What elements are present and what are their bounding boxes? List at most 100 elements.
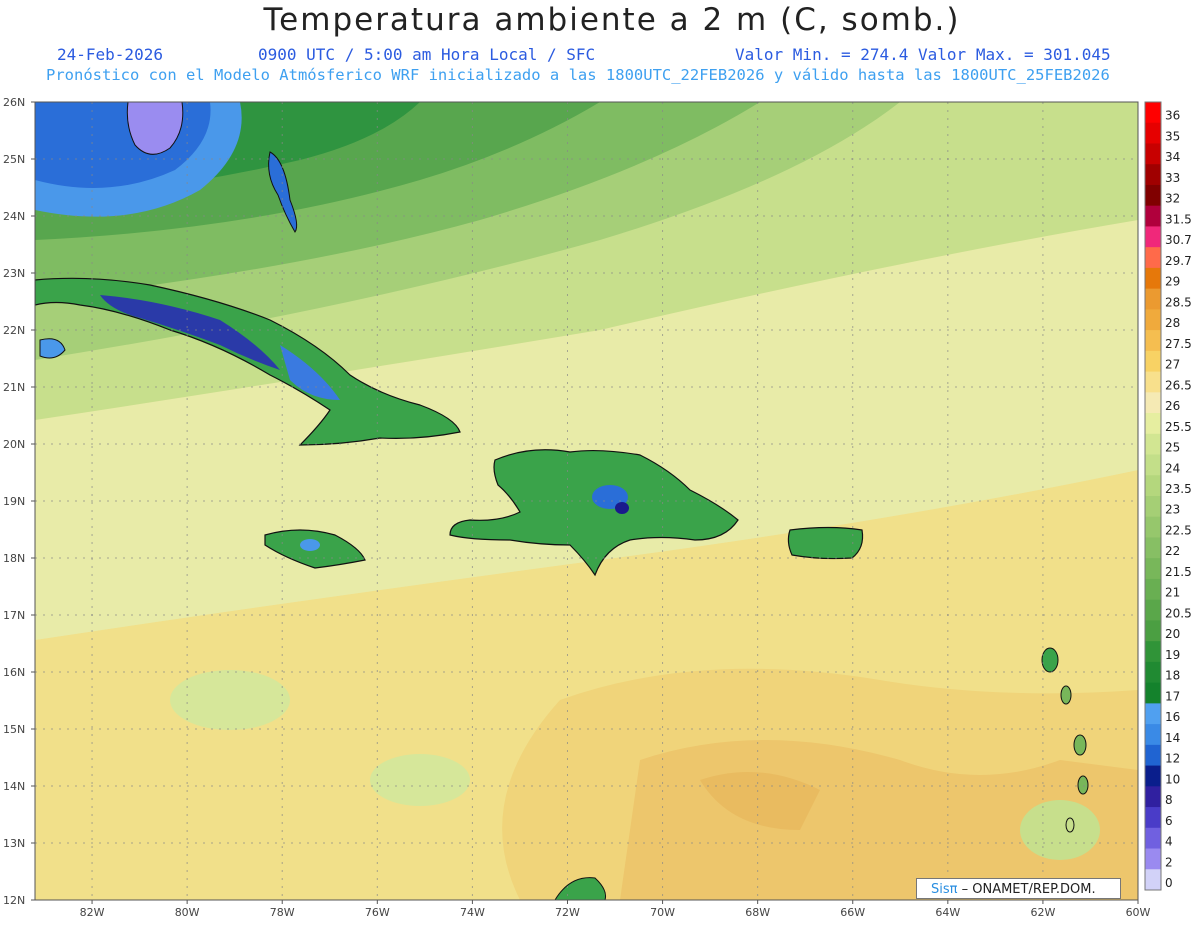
colorbar-label: 25.5	[1165, 420, 1192, 434]
lat-label: 20N	[3, 438, 25, 451]
colorbar-swatch	[1145, 164, 1161, 186]
lon-label: 70W	[650, 906, 675, 919]
latitude-labels: 26N 25N 24N 23N 22N 21N 20N 19N 18N 17N 16N 15N 14N 1…	[3, 96, 35, 907]
colorbar-swatch	[1145, 330, 1161, 352]
colorbar-swatch	[1145, 288, 1161, 310]
colorbar-swatch	[1145, 247, 1161, 269]
lat-label: 24N	[3, 210, 25, 223]
colorbar-label: 20	[1165, 627, 1180, 641]
colorbar-label: 27	[1165, 358, 1180, 372]
colorbar-swatch	[1145, 765, 1161, 787]
lon-label: 68W	[745, 906, 770, 919]
colorbar-label: 36	[1165, 109, 1180, 123]
colorbar-label: 18	[1165, 669, 1180, 683]
colorbar-swatch	[1145, 433, 1161, 456]
lon-label: 62W	[1030, 906, 1055, 919]
colorbar-swatch	[1145, 724, 1161, 746]
colorbar-label: 10	[1165, 772, 1180, 786]
colorbar-swatch	[1145, 371, 1161, 393]
lat-label: 21N	[3, 381, 25, 394]
lon-label: 64W	[935, 906, 960, 919]
colorbar-swatch	[1145, 516, 1161, 538]
colorbar-swatch	[1145, 578, 1161, 601]
colorbar-swatch	[1145, 682, 1161, 704]
longitude-labels: 82W 80W 78W 76W 74W 72W 70W 68W 66W 64W 62W 60W	[80, 900, 1151, 919]
colorbar-label: 8	[1165, 793, 1173, 807]
lat-label: 17N	[3, 609, 25, 622]
colorbar-label: 0	[1165, 876, 1173, 890]
colorbar-swatch	[1145, 102, 1161, 124]
colorbar-swatch	[1145, 786, 1161, 808]
temperature-colorbar: 36 35 34 33 32 31.5 30.7 29.7 29 28.5 28 27.5 27 26.5…	[1144, 101, 1192, 891]
colorbar-swatch	[1145, 392, 1161, 414]
colorbar-label: 27.5	[1165, 337, 1192, 351]
lat-label: 25N	[3, 153, 25, 166]
colorbar-swatch	[1145, 848, 1161, 870]
lon-label: 82W	[80, 906, 105, 919]
colorbar-swatch	[1145, 661, 1161, 684]
colorbar-label: 28	[1165, 316, 1180, 330]
colorbar-label: 34	[1165, 150, 1180, 164]
colorbar-swatch	[1145, 205, 1161, 227]
colorbar-swatch	[1145, 620, 1161, 642]
colorbar-swatch	[1145, 413, 1161, 435]
lat-label: 22N	[3, 324, 25, 337]
colorbar-label: 31.5	[1165, 212, 1192, 226]
lon-label: 78W	[270, 906, 295, 919]
colorbar-label: 24	[1165, 461, 1180, 475]
lat-label: 12N	[3, 894, 25, 907]
lat-label: 18N	[3, 552, 25, 565]
colorbar-swatch	[1145, 267, 1161, 290]
lon-label: 80W	[175, 906, 200, 919]
colorbar-label: 35	[1165, 129, 1180, 143]
colorbar-label: 33	[1165, 171, 1180, 185]
colorbar-label: 32	[1165, 192, 1180, 206]
colorbar-swatch	[1145, 184, 1161, 207]
colorbar-label: 23	[1165, 503, 1180, 517]
colorbar-label: 29.7	[1165, 254, 1192, 268]
colorbar-swatch	[1145, 309, 1161, 331]
colorbar-swatch	[1145, 744, 1161, 767]
colorbar-swatch	[1145, 599, 1161, 621]
colorbar-label: 16	[1165, 710, 1180, 724]
colorbar-label: 29	[1165, 275, 1180, 289]
lon-label: 76W	[365, 906, 390, 919]
colorbar-swatch	[1145, 226, 1161, 248]
colorbar-label: 20.5	[1165, 606, 1192, 620]
credit-org: – ONAMET/REP.DOM.	[957, 882, 1096, 897]
colorbar-swatch	[1145, 143, 1161, 165]
colorbar-swatch	[1145, 807, 1161, 829]
colorbar-swatch	[1145, 475, 1161, 497]
colorbar-label: 12	[1165, 752, 1180, 766]
colorbar-swatch	[1145, 122, 1161, 144]
credit-box: Sisπ – ONAMET/REP.DOM.	[916, 878, 1121, 899]
colorbar-label: 4	[1165, 835, 1173, 849]
lon-label: 74W	[460, 906, 485, 919]
lat-label: 16N	[3, 666, 25, 679]
colorbar-swatch	[1145, 641, 1161, 663]
colorbar-swatch	[1145, 454, 1161, 476]
lon-label: 72W	[555, 906, 580, 919]
colorbar-swatch	[1145, 496, 1161, 518]
lat-label: 23N	[3, 267, 25, 280]
colorbar-swatch	[1145, 537, 1161, 559]
colorbar-label: 21.5	[1165, 565, 1192, 579]
colorbar-label: 22	[1165, 544, 1180, 558]
colorbar-swatch	[1145, 827, 1161, 850]
colorbar-label: 28.5	[1165, 295, 1192, 309]
colorbar-swatch	[1145, 558, 1161, 580]
colorbar-label: 26.5	[1165, 378, 1192, 392]
colorbar-label: 25	[1165, 441, 1180, 455]
colorbar-label: 6	[1165, 814, 1173, 828]
temperature-map: 26N 25N 24N 23N 22N 21N 20N 19N 18N 17N 16N 15N 14N 1…	[3, 96, 1192, 919]
colorbar-swatch	[1145, 703, 1161, 725]
colorbar-label: 26	[1165, 399, 1180, 413]
colorbar-label: 22.5	[1165, 523, 1192, 537]
colorbar-label: 30.7	[1165, 233, 1192, 247]
lat-label: 26N	[3, 96, 25, 109]
colorbar-label: 23.5	[1165, 482, 1192, 496]
colorbar-swatch	[1145, 869, 1161, 891]
lat-label: 13N	[3, 837, 25, 850]
colorbar-label: 14	[1165, 731, 1180, 745]
credit-brand: Sisπ	[931, 882, 958, 897]
